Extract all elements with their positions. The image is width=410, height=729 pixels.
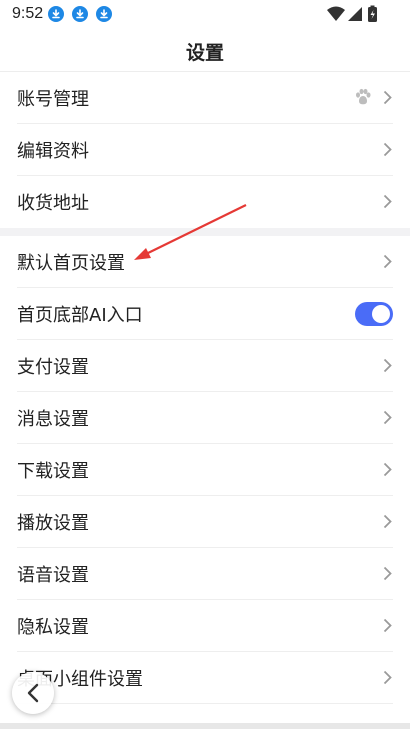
chevron-right-icon xyxy=(383,358,392,373)
header: 设置 xyxy=(0,28,410,72)
paw-icon xyxy=(354,88,372,110)
settings-row-label: 支付设置 xyxy=(17,357,89,378)
chevron-right-icon xyxy=(383,410,392,425)
settings-row-label: 消息设置 xyxy=(17,409,89,430)
settings-row-privacy[interactable]: 隐私设置 xyxy=(0,600,410,652)
status-bar: 9:52 xyxy=(0,0,410,28)
toggle-knob xyxy=(372,305,390,323)
back-arrow-icon xyxy=(27,683,39,703)
chevron-right-icon xyxy=(383,514,392,529)
settings-row-download[interactable]: 下载设置 xyxy=(0,444,410,496)
chevron-right-icon xyxy=(383,254,392,269)
signal-icon xyxy=(348,7,362,21)
chevron-right-icon xyxy=(383,462,392,477)
back-button[interactable] xyxy=(12,672,54,714)
settings-row-message[interactable]: 消息设置 xyxy=(0,392,410,444)
settings-row-label: 收货地址 xyxy=(17,193,89,214)
page-title: 设置 xyxy=(185,42,224,64)
row-divider xyxy=(17,703,393,704)
settings-row-label: 下载设置 xyxy=(17,461,89,482)
settings-row-widget[interactable]: 桌面小组件设置 xyxy=(0,652,410,704)
settings-row-payment[interactable]: 支付设置 xyxy=(0,340,410,392)
settings-row-label: 账号管理 xyxy=(17,89,89,110)
settings-row-label: 播放设置 xyxy=(17,513,89,534)
section-separator xyxy=(0,228,410,236)
system-icons xyxy=(326,5,382,27)
bottom-edge xyxy=(0,723,410,729)
ai-entry-toggle[interactable] xyxy=(355,302,393,326)
download-icon xyxy=(48,6,64,22)
chevron-right-icon xyxy=(383,194,392,209)
download-icon xyxy=(72,6,88,22)
wifi-icon xyxy=(327,6,345,21)
status-time: 9:52 xyxy=(12,5,44,22)
settings-row-ai-entry: 首页底部AI入口 xyxy=(0,288,410,340)
settings-row-profile[interactable]: 编辑资料 xyxy=(0,124,410,176)
settings-row-address[interactable]: 收货地址 xyxy=(0,176,410,228)
settings-row-voice[interactable]: 语音设置 xyxy=(0,548,410,600)
settings-row-label: 隐私设置 xyxy=(17,617,89,638)
settings-row-label: 默认首页设置 xyxy=(17,253,125,274)
chevron-right-icon xyxy=(383,142,392,157)
settings-row-label: 语音设置 xyxy=(17,565,89,586)
settings-row-label: 首页底部AI入口 xyxy=(17,305,143,326)
chevron-right-icon xyxy=(383,90,392,105)
settings-row-label: 编辑资料 xyxy=(17,141,89,162)
settings-row-default-home[interactable]: 默认首页设置 xyxy=(0,236,410,288)
download-icon xyxy=(96,6,112,22)
chevron-right-icon xyxy=(383,670,392,685)
chevron-right-icon xyxy=(383,618,392,633)
chevron-right-icon xyxy=(383,566,392,581)
settings-row-account[interactable]: 账号管理 xyxy=(0,72,410,124)
settings-row-playback[interactable]: 播放设置 xyxy=(0,496,410,548)
